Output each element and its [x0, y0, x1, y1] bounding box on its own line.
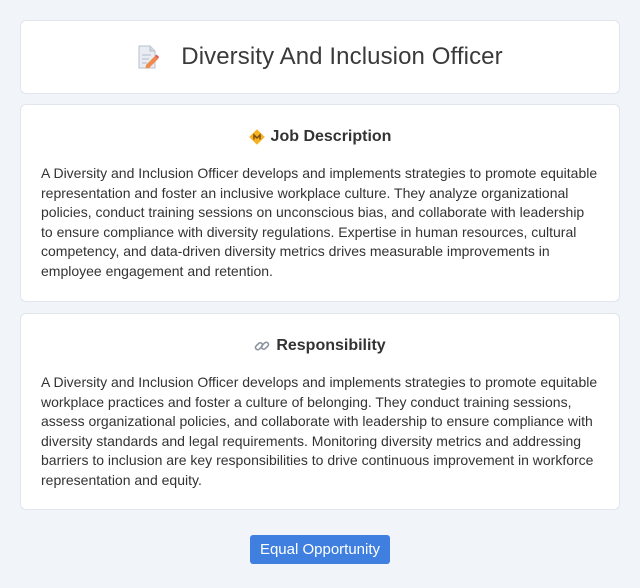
job-description-header: Job Description — [41, 127, 599, 147]
title-card: Diversity And Inclusion Officer — [20, 20, 620, 94]
equal-opportunity-badge[interactable]: Equal Opportunity — [250, 535, 390, 564]
responsibility-header: Responsibility — [41, 336, 599, 356]
page-title: Diversity And Inclusion Officer — [181, 43, 503, 70]
job-description-text: A Diversity and Inclusion Officer develo… — [41, 165, 598, 279]
document-pencil-icon — [137, 45, 160, 69]
responsibility-text: A Diversity and Inclusion Officer develo… — [41, 374, 598, 488]
responsibility-title: Responsibility — [276, 337, 386, 354]
responsibility-card: Responsibility A Diversity and Inclusion… — [20, 313, 620, 510]
job-description-title: Job Description — [270, 128, 392, 145]
job-description-card: Job Description A Diversity and Inclusio… — [20, 104, 620, 302]
link-icon — [254, 338, 270, 354]
diamond-badge-icon — [248, 129, 265, 145]
